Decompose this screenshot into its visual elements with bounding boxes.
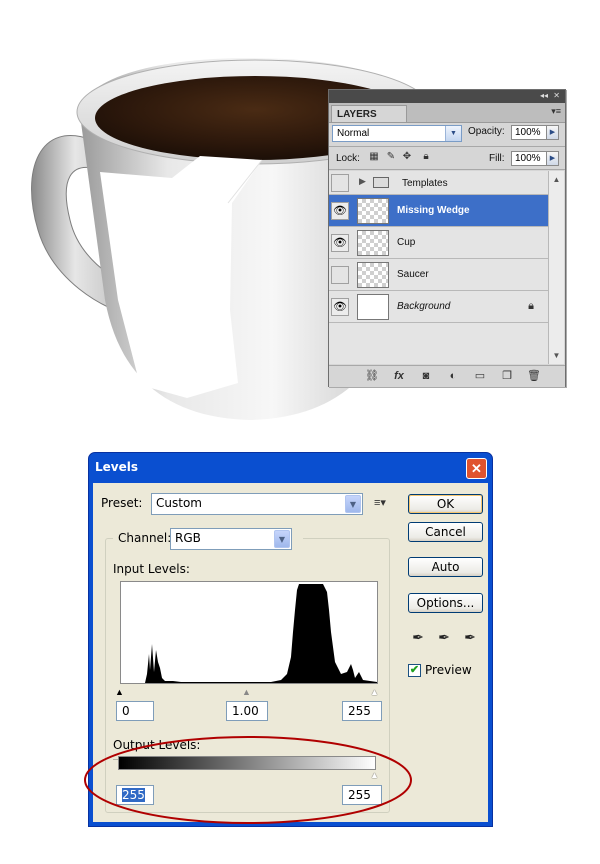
trash-icon[interactable]: 🗑︎ — [526, 369, 542, 383]
opacity-slider-button[interactable]: ▶ — [546, 125, 559, 140]
channel-value: RGB — [175, 531, 201, 545]
lock-image-brush-icon[interactable]: ✎ — [385, 151, 397, 163]
layer-thumbnail — [357, 198, 389, 224]
preset-options-icon[interactable]: ≡▾ — [374, 496, 386, 509]
input-white-field[interactable]: 255 — [342, 701, 382, 721]
input-white-slider[interactable]: ▲ — [370, 687, 379, 697]
layer-row-missing-wedge[interactable]: 👁︎ Missing Wedge — [329, 195, 548, 227]
lock-position-move-icon[interactable]: ✥ — [401, 151, 413, 163]
histogram — [120, 581, 378, 684]
channel-select[interactable]: RGB ▼ — [170, 528, 292, 550]
fill-input[interactable]: 100% — [511, 151, 547, 166]
input-gamma-field[interactable]: 1.00 — [226, 701, 268, 721]
mask-icon[interactable]: ◙ — [418, 369, 434, 383]
preview-label: Preview — [425, 663, 472, 677]
layer-name: Background — [397, 301, 451, 312]
chevron-down-icon[interactable]: ▼ — [345, 495, 361, 513]
dialog-title: Levels — [95, 460, 139, 474]
panel-top-strip: ◂◂ ✕ — [329, 90, 565, 103]
group-folder-icon[interactable]: ▭ — [472, 369, 488, 383]
preset-value: Custom — [156, 496, 202, 510]
opacity-input[interactable]: 100% — [511, 125, 547, 140]
panel-tab-row: LAYERS ▾≡ — [329, 103, 565, 123]
eye-icon[interactable]: 👁︎ — [331, 234, 349, 252]
layers-footer: ⛓ fx ◙ ◐ ▭ ❐ 🗑︎ — [329, 365, 565, 387]
layer-thumbnail — [357, 262, 389, 288]
blend-mode-value: Normal — [337, 128, 370, 139]
input-gamma-slider[interactable]: ▲ — [242, 687, 251, 697]
layer-name: Templates — [402, 178, 448, 189]
white-eyedropper-icon[interactable]: ✒ — [461, 628, 479, 646]
chevron-down-icon[interactable]: ▼ — [445, 126, 461, 141]
layer-name: Cup — [397, 237, 416, 248]
ok-button[interactable]: OK — [408, 494, 483, 514]
layer-row-saucer[interactable]: Saucer — [329, 259, 548, 291]
layer-thumbnail — [357, 294, 389, 320]
preview-checkbox[interactable]: ✔ — [408, 664, 421, 677]
folder-icon — [373, 177, 389, 188]
preset-label: Preset: — [101, 496, 143, 510]
fill-slider-button[interactable]: ▶ — [546, 151, 559, 166]
blend-mode-select[interactable]: Normal ▼ — [332, 125, 462, 142]
black-eyedropper-icon[interactable]: ✒ — [409, 628, 427, 646]
eye-icon[interactable]: 👁︎ — [331, 298, 349, 316]
collapse-panel-icon[interactable]: ◂◂ — [540, 91, 548, 100]
layer-row-cup[interactable]: 👁︎ Cup — [329, 227, 548, 259]
layers-panel: ◂◂ ✕ LAYERS ▾≡ Normal ▼ Opacity: 100% ▶ … — [328, 89, 566, 387]
chevron-down-icon[interactable]: ▼ — [274, 530, 290, 548]
layer-row-background[interactable]: 👁︎ Background 🔒︎ — [329, 291, 548, 323]
new-layer-icon[interactable]: ❐ — [499, 369, 515, 383]
adjustment-icon[interactable]: ◐ — [445, 369, 461, 383]
input-levels-label: Input Levels: — [113, 562, 190, 576]
red-highlight-ellipse — [84, 736, 412, 824]
layers-list: ▶ Templates 👁︎ Missing Wedge 👁︎ Cup Sauc… — [329, 171, 548, 364]
input-black-field[interactable]: 0 — [116, 701, 154, 721]
expand-arrow-icon[interactable]: ▶ — [359, 176, 366, 187]
fill-label: Fill: — [489, 153, 505, 164]
eye-icon[interactable]: 👁︎ — [331, 202, 349, 220]
opacity-label: Opacity: — [468, 126, 505, 137]
lock-all-icon[interactable]: 🔒︎ — [420, 151, 432, 163]
auto-button[interactable]: Auto — [408, 557, 483, 577]
lock-icon: 🔒︎ — [528, 300, 534, 312]
cancel-button[interactable]: Cancel — [408, 522, 483, 542]
preset-select[interactable]: Custom ▼ — [151, 493, 363, 515]
scroll-up-icon[interactable]: ▲ — [550, 173, 563, 186]
tab-layers[interactable]: LAYERS — [331, 105, 407, 122]
layers-scrollbar[interactable]: ▲ ▼ — [548, 171, 564, 364]
lock-transparency-icon[interactable]: ▦ — [368, 151, 380, 163]
layer-thumbnail — [357, 230, 389, 256]
layer-name: Missing Wedge — [397, 205, 470, 216]
divider — [329, 169, 565, 170]
layer-group-templates[interactable]: ▶ Templates — [329, 171, 548, 195]
close-button[interactable]: ✕ — [466, 458, 487, 479]
lock-label: Lock: — [336, 153, 360, 164]
close-panel-icon[interactable]: ✕ — [553, 91, 560, 100]
input-black-slider[interactable]: ▲ — [115, 687, 124, 697]
link-icon[interactable]: ⛓ — [364, 369, 380, 383]
visibility-toggle[interactable] — [331, 174, 349, 192]
visibility-toggle[interactable] — [331, 266, 349, 284]
gray-eyedropper-icon[interactable]: ✒ — [435, 628, 453, 646]
scroll-down-icon[interactable]: ▼ — [550, 349, 563, 362]
panel-menu-icon[interactable]: ▾≡ — [551, 106, 561, 117]
fx-icon[interactable]: fx — [391, 369, 407, 383]
options-button[interactable]: Options... — [408, 593, 483, 613]
divider — [329, 146, 565, 147]
layer-name: Saucer — [397, 269, 429, 280]
channel-label: Channel: — [118, 531, 172, 545]
